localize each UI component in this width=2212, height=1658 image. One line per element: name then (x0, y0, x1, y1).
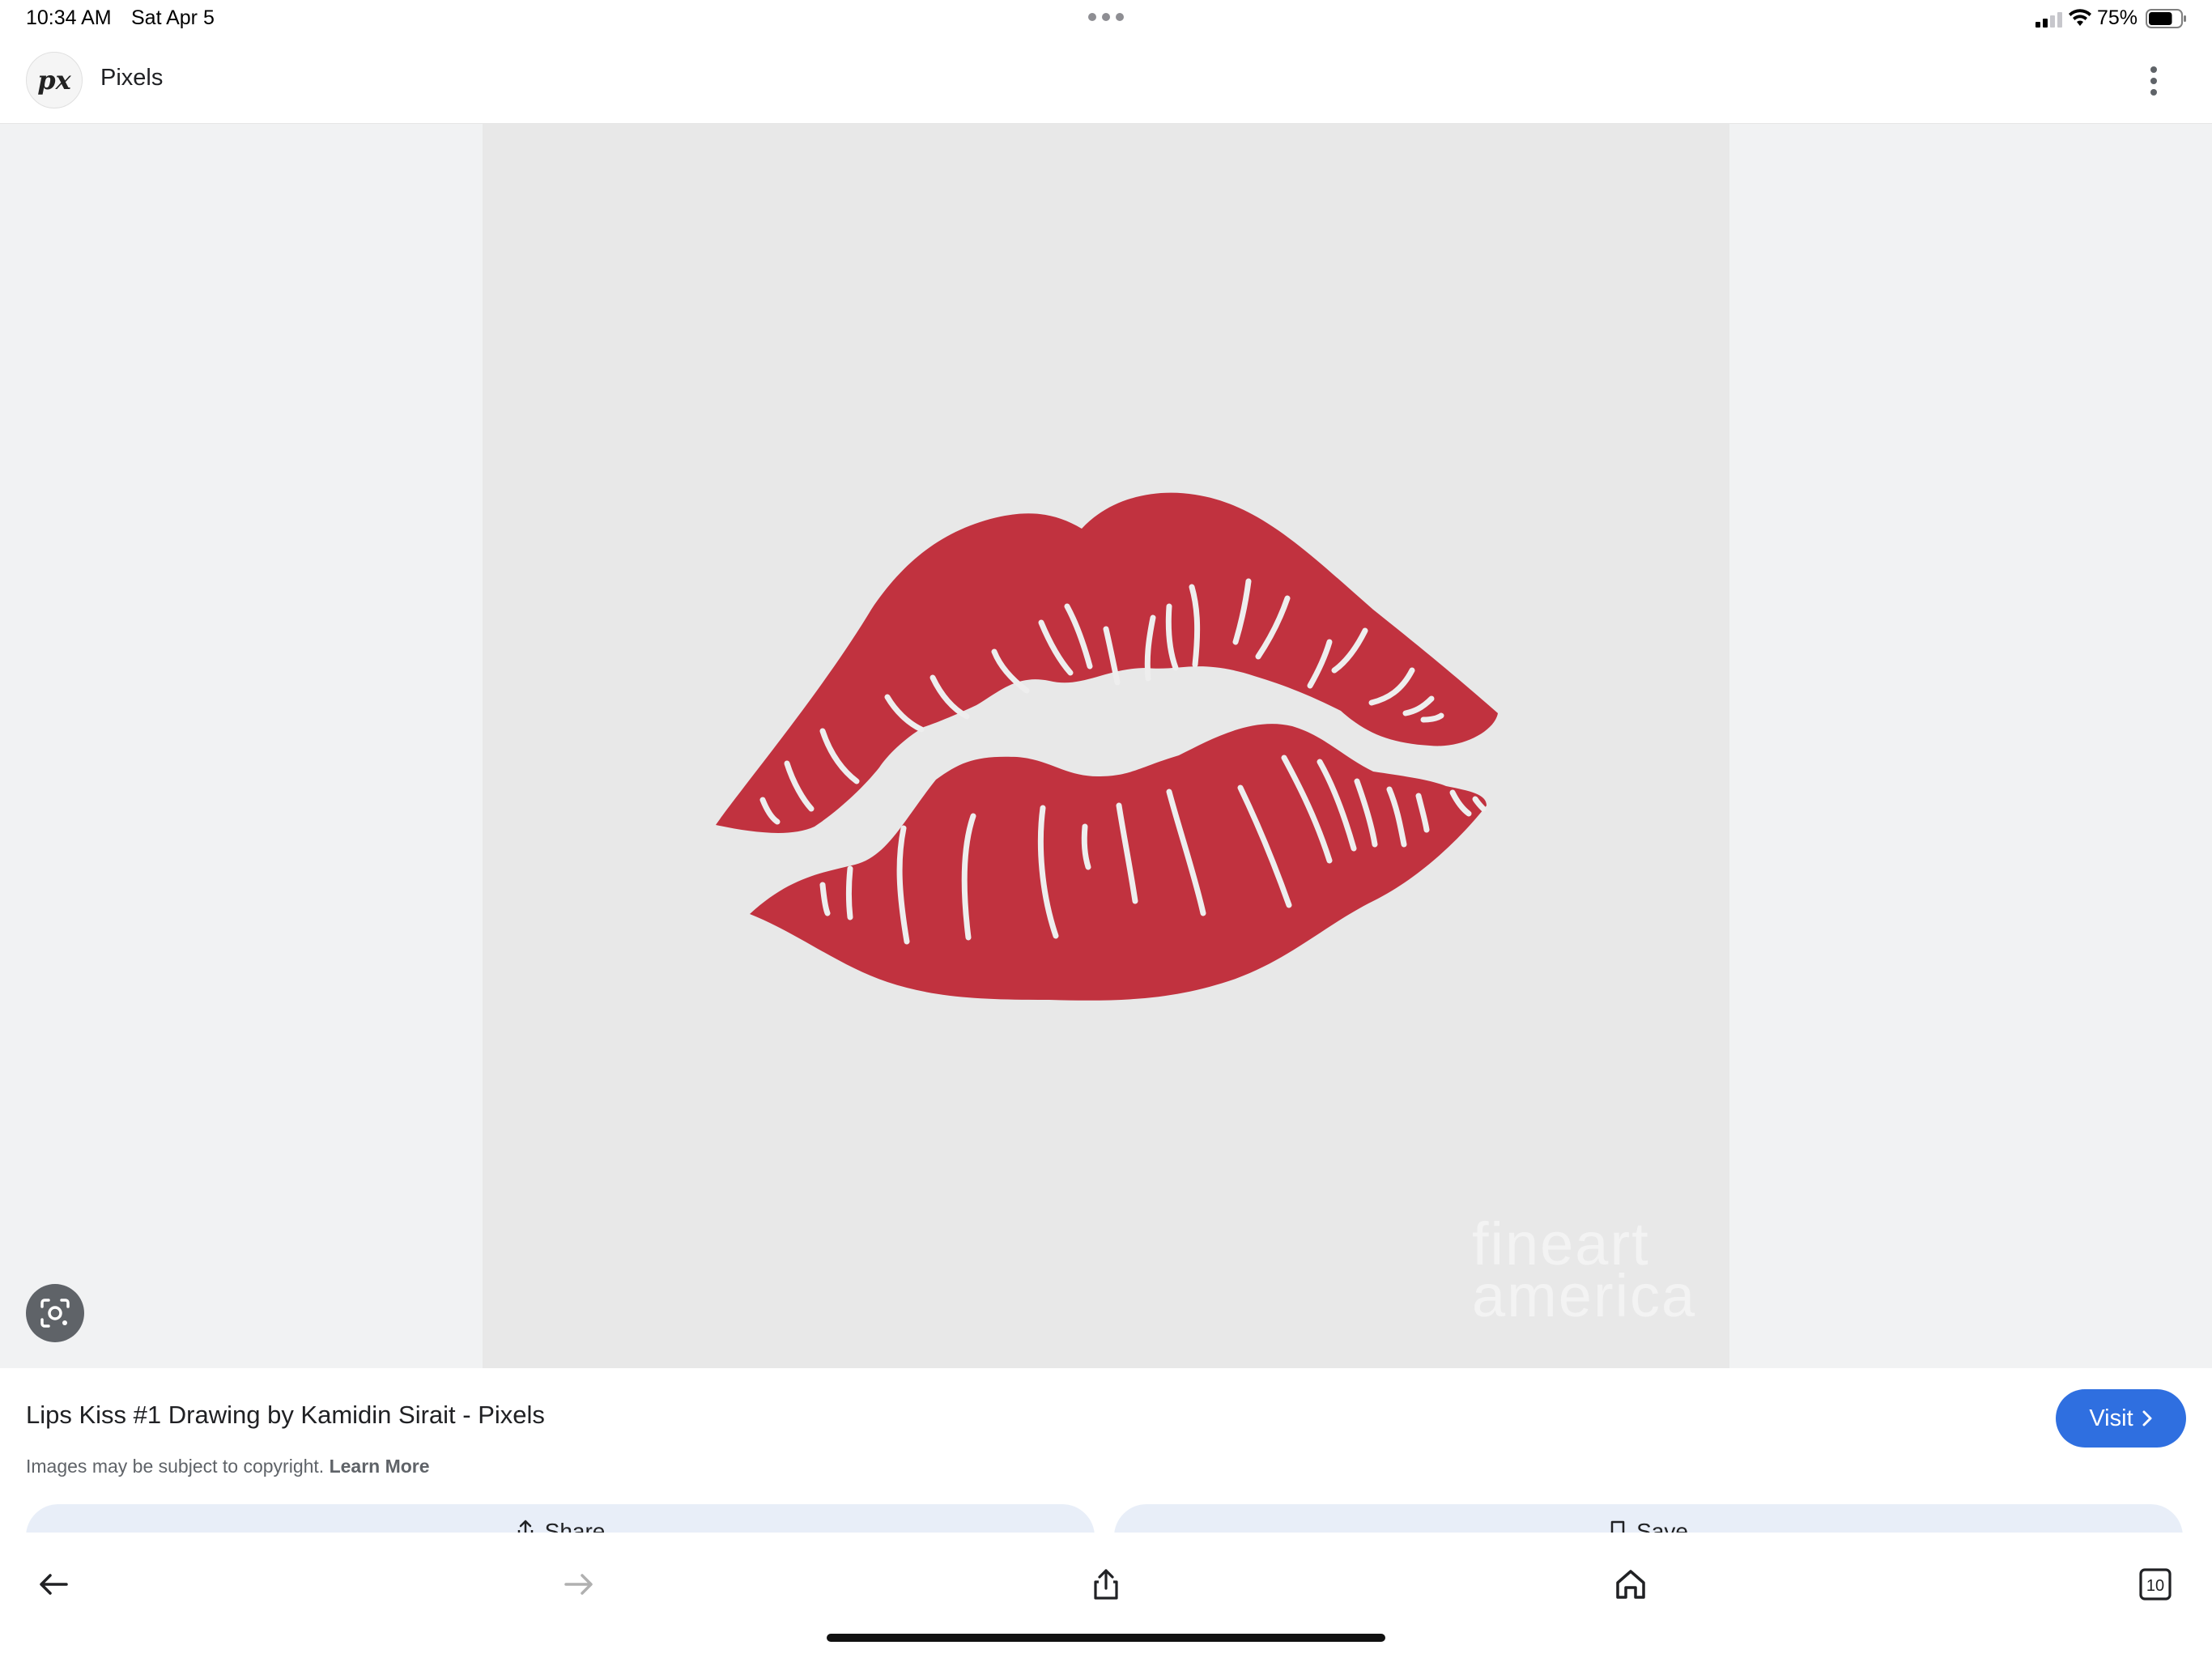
battery-icon (2146, 9, 2186, 28)
chevron-right-icon (2142, 1410, 2152, 1426)
learn-more-link[interactable]: Learn More (330, 1456, 430, 1477)
multitasking-dots-icon[interactable] (1088, 13, 1124, 23)
main-image[interactable]: fineart america (483, 124, 1729, 1368)
status-time: 10:34 AM (26, 6, 112, 29)
site-name[interactable]: Pixels (100, 65, 163, 91)
lips-illustration (716, 492, 1498, 1001)
wifi-icon (2069, 9, 2091, 26)
status-date: Sat Apr 5 (131, 6, 215, 29)
status-bar: 10:34 AM Sat Apr 5 75% (0, 0, 2212, 40)
copyright-notice: Images may be subject to copyright. Lear… (26, 1456, 430, 1477)
site-logo[interactable]: px (26, 52, 83, 108)
image-viewer: fineart america (0, 124, 2212, 1368)
visit-button[interactable]: Visit (2056, 1389, 2186, 1448)
signal-icon (2035, 12, 2062, 28)
watermark: fineart america (1472, 1210, 1697, 1329)
share-page-icon[interactable] (1080, 1558, 1132, 1610)
visit-label: Visit (2089, 1405, 2133, 1431)
battery-percent: 75% (2097, 6, 2138, 29)
home-indicator[interactable] (827, 1634, 1385, 1642)
more-vert-icon[interactable] (2136, 63, 2172, 99)
back-arrow-icon[interactable] (28, 1558, 79, 1610)
home-icon[interactable] (1605, 1558, 1657, 1610)
lens-icon[interactable] (26, 1284, 84, 1342)
tabs-count: 10 (2146, 1577, 2164, 1595)
result-title[interactable]: Lips Kiss #1 Drawing by Kamidin Sirait -… (26, 1401, 545, 1430)
tabs-icon[interactable]: 10 (2129, 1558, 2181, 1610)
forward-arrow-icon[interactable] (553, 1558, 605, 1610)
site-header: px Pixels (0, 40, 2212, 124)
